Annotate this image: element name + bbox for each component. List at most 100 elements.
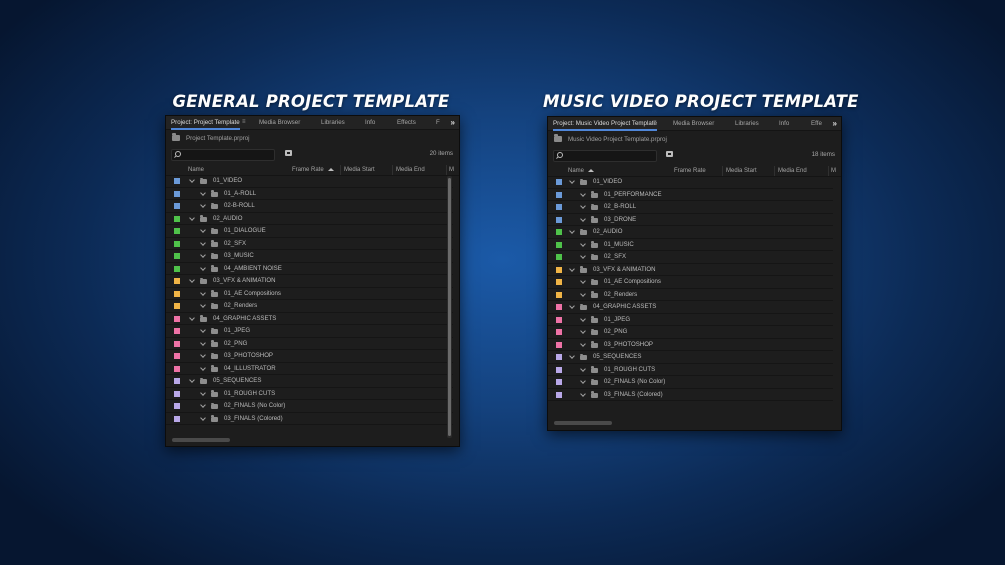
col-truncated[interactable]: M [449,165,454,175]
bin-row[interactable]: 04_AMBIENT NOISE [166,263,453,275]
label-color-swatch[interactable] [174,340,180,347]
label-color-swatch[interactable] [174,415,180,422]
chevron-down-icon[interactable] [569,353,575,359]
bin-row[interactable]: 02_Renders [166,300,453,313]
bin-row[interactable]: 01_AE Compositions [548,276,833,289]
bin-row[interactable]: 02-B-ROLL [166,200,453,213]
bin-row[interactable]: 01_ROUGH CUTS [548,364,833,376]
chevron-down-icon[interactable] [580,390,586,397]
label-color-swatch[interactable] [174,365,180,372]
bin-row[interactable]: 01_PERFORMANCE [548,189,833,201]
label-color-swatch[interactable] [174,290,180,297]
chevron-down-icon[interactable] [200,289,206,296]
overflow-tabs-icon[interactable]: » [833,117,837,130]
bin-row[interactable]: 05_SEQUENCES [548,351,833,364]
col-frame-rate[interactable]: Frame Rate [292,165,334,175]
hamburger-icon[interactable]: ≡ [653,120,657,126]
label-color-swatch[interactable] [174,390,180,397]
label-color-swatch[interactable] [556,291,562,298]
hamburger-icon[interactable]: ≡ [242,119,246,125]
label-color-swatch[interactable] [556,204,562,210]
bin-row[interactable]: 01_AE Compositions [166,288,453,300]
tab-effects[interactable]: Effe [811,117,822,130]
bin-row[interactable]: 04_GRAPHIC ASSETS [548,301,833,314]
label-color-swatch[interactable] [174,353,180,359]
vertical-scrollbar[interactable] [447,176,452,438]
chevron-down-icon[interactable] [200,339,206,346]
label-color-swatch[interactable] [174,403,180,409]
bin-row[interactable]: 05_SEQUENCES [166,375,453,388]
label-color-swatch[interactable] [556,279,562,285]
chevron-down-icon[interactable] [200,239,206,246]
bin-row[interactable]: 02_SFX [548,251,833,264]
tab-effects[interactable]: Effects [397,116,416,129]
col-frame-rate[interactable]: Frame Rate [674,166,706,176]
chevron-down-icon[interactable] [200,327,206,333]
bin-row[interactable]: 04_GRAPHIC ASSETS [166,313,453,325]
tab-truncated[interactable]: F [436,116,440,129]
bin-row[interactable]: 02_Renders [548,289,833,301]
bin-row[interactable]: 01_MUSIC [548,239,833,251]
chevron-down-icon[interactable] [580,365,586,372]
label-color-swatch[interactable] [556,391,562,398]
label-color-swatch[interactable] [556,266,562,273]
bin-row[interactable]: 02_B-ROLL [548,201,833,214]
label-color-swatch[interactable] [174,215,180,222]
bin-row[interactable]: 02_AUDIO [548,226,833,239]
bin-row[interactable]: 02_AUDIO [166,213,453,225]
label-color-swatch[interactable] [556,366,562,373]
bin-row[interactable]: 03_PHOTOSHOP [548,339,833,351]
chevron-down-icon[interactable] [580,340,586,347]
new-bin-icon[interactable] [285,150,292,156]
bin-row[interactable]: 01_A-ROLL [166,188,453,200]
label-color-swatch[interactable] [174,328,180,334]
label-color-swatch[interactable] [556,191,562,198]
bin-row[interactable]: 04_ILLUSTRATOR [166,363,453,375]
chevron-down-icon[interactable] [189,314,195,321]
tab-project[interactable]: Project: Music Video Project Template [553,117,657,131]
tab-info[interactable]: Info [365,116,375,129]
col-media-end[interactable]: Media End [396,165,425,175]
chevron-down-icon[interactable] [200,264,206,271]
chevron-down-icon[interactable] [580,290,586,297]
chevron-down-icon[interactable] [189,277,195,283]
tab-libraries[interactable]: Libraries [735,117,759,130]
chevron-down-icon[interactable] [200,302,206,308]
label-color-swatch[interactable] [174,240,180,247]
bin-row[interactable]: 01_VIDEO [166,175,453,188]
label-color-swatch[interactable] [556,379,562,385]
label-color-swatch[interactable] [556,241,562,248]
bin-row[interactable]: 03_DRONE [548,214,833,226]
col-truncated[interactable]: M [831,166,836,176]
chevron-down-icon[interactable] [200,202,206,208]
search-input[interactable] [171,149,275,161]
bin-row[interactable]: 02_SFX [166,238,453,250]
chevron-down-icon[interactable] [569,178,575,184]
label-color-swatch[interactable] [174,278,180,284]
chevron-down-icon[interactable] [580,328,586,334]
label-color-swatch[interactable] [556,304,562,310]
chevron-down-icon[interactable] [569,228,575,234]
label-color-swatch[interactable] [556,316,562,323]
label-color-swatch[interactable] [174,203,180,209]
chevron-down-icon[interactable] [580,278,586,284]
search-input[interactable] [553,150,657,162]
bin-row[interactable]: 02_FINALS (No Color) [166,400,453,413]
tab-info[interactable]: Info [779,117,789,130]
chevron-down-icon[interactable] [200,402,206,408]
chevron-down-icon[interactable] [189,214,195,221]
label-color-swatch[interactable] [556,229,562,235]
chevron-down-icon[interactable] [200,389,206,396]
label-color-swatch[interactable] [174,228,180,234]
chevron-down-icon[interactable] [580,315,586,322]
label-color-swatch[interactable] [556,341,562,348]
bin-row[interactable]: 02_FINALS (No Color) [548,376,833,389]
tab-media-browser[interactable]: Media Browser [259,116,300,129]
horizontal-scrollbar[interactable] [172,438,230,442]
chevron-down-icon[interactable] [200,227,206,233]
chevron-down-icon[interactable] [580,253,586,259]
tab-project[interactable]: Project: Project Template [171,116,240,130]
label-color-swatch[interactable] [556,354,562,360]
bin-row[interactable]: 03_PHOTOSHOP [166,350,453,363]
col-name[interactable]: Name [188,165,204,175]
